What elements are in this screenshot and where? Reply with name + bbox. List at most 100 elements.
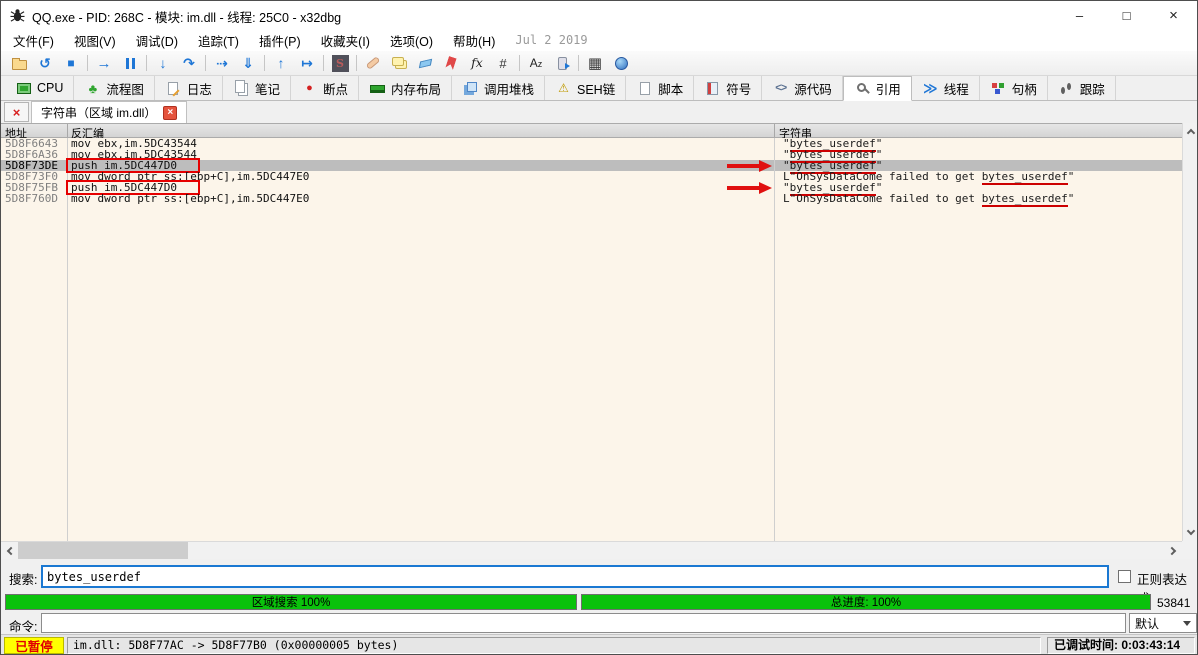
- string-cell: L"OnSysDataCome failed to get bytes_user…: [783, 193, 1074, 204]
- open-file-icon: [12, 60, 27, 70]
- disasm-cell: mov dword ptr ss:[ebp+C],im.5DC447E0: [71, 193, 309, 204]
- hash-button[interactable]: #: [490, 53, 516, 74]
- run-icon: →: [97, 56, 112, 71]
- x32dbg-bug-icon: [10, 8, 25, 23]
- command-input[interactable]: [41, 613, 1126, 633]
- scroll-left-button[interactable]: [1, 542, 18, 559]
- horizontal-scrollbar[interactable]: [1, 541, 1182, 559]
- close-all-references-button[interactable]: ×: [4, 102, 29, 122]
- close-all-icon: ×: [13, 105, 21, 120]
- disasm-text: mov dword ptr ss:[ebp+C],im.5DC447E0: [71, 192, 309, 205]
- stop-button[interactable]: ■: [58, 53, 84, 74]
- menu-plugins[interactable]: 插件(P): [249, 30, 311, 50]
- toolbar-separator: [146, 55, 147, 71]
- tab-trace[interactable]: 跟踪: [1048, 76, 1116, 100]
- tab-references[interactable]: 引用: [843, 76, 912, 101]
- tab-breakpoints[interactable]: ●断点: [291, 76, 359, 100]
- handles-device-button[interactable]: [549, 53, 575, 74]
- scroll-down-button[interactable]: [1183, 524, 1198, 541]
- scroll-right-button[interactable]: [1165, 542, 1182, 559]
- log-icon: [168, 82, 178, 95]
- chevron-down-icon: [1187, 527, 1195, 535]
- tab-seh[interactable]: ⚠SEH链: [545, 76, 626, 100]
- command-label: 命令:: [9, 616, 37, 635]
- tab-memory-map[interactable]: 内存布局: [359, 76, 452, 100]
- settings-button[interactable]: S: [327, 53, 353, 74]
- tab-handles[interactable]: 句柄: [980, 76, 1048, 100]
- menu-debug[interactable]: 调试(D): [126, 30, 188, 50]
- restart-icon: ↺: [39, 56, 51, 70]
- restart-button[interactable]: ↺: [32, 53, 58, 74]
- tab-label: 笔记: [255, 79, 280, 98]
- regex-checkbox[interactable]: [1118, 570, 1131, 583]
- globe-button[interactable]: [608, 53, 634, 74]
- search-match-underline: bytes_userdef: [982, 170, 1068, 185]
- memory-icon: [370, 85, 385, 93]
- tab-cpu[interactable]: CPU: [5, 76, 74, 100]
- search-input[interactable]: [41, 565, 1109, 588]
- execute-till-return-button[interactable]: ↑: [268, 53, 294, 74]
- source-icon: <>: [775, 83, 786, 94]
- execute-till-return-icon: ↑: [278, 56, 285, 70]
- menu-trace[interactable]: 追踪(T): [188, 30, 249, 50]
- references-table: 5D8F6643mov ebx,im.5DC43544"bytes_userde…: [1, 138, 1182, 541]
- comments-button[interactable]: [386, 53, 412, 74]
- globe-icon: [615, 57, 628, 70]
- scroll-up-button[interactable]: [1183, 123, 1198, 140]
- debug-state-badge: 已暂停: [4, 637, 64, 654]
- menu-file[interactable]: 文件(F): [3, 30, 64, 50]
- tab-log[interactable]: 日志: [155, 76, 223, 100]
- tab-call-stack[interactable]: 调用堆栈: [452, 76, 545, 100]
- close-button[interactable]: ×: [1150, 1, 1197, 29]
- h-scrollbar-thumb[interactable]: [18, 542, 188, 559]
- maximize-button[interactable]: □: [1103, 1, 1150, 29]
- tab-label: CPU: [37, 81, 63, 95]
- patches-button[interactable]: [360, 53, 386, 74]
- tab-source[interactable]: <>源代码: [762, 76, 843, 100]
- minimize-button[interactable]: –: [1056, 1, 1103, 29]
- menu-options[interactable]: 选项(O): [380, 30, 443, 50]
- search-match-underline: bytes_userdef: [982, 192, 1068, 207]
- command-profile-select[interactable]: 默认: [1129, 613, 1197, 633]
- bookmarks-button[interactable]: [438, 53, 464, 74]
- result-count: 53841: [1157, 596, 1190, 610]
- total-progressbar: 总进度: 100%: [581, 594, 1151, 610]
- calculator-icon: ▦: [588, 56, 602, 71]
- subtab-strings-im-dll[interactable]: 字符串（区域 im.dll） ×: [31, 101, 187, 123]
- step-into-button[interactable]: ↓: [150, 53, 176, 74]
- red-arrow-annotation: [727, 182, 773, 194]
- string-case-button[interactable]: Az: [523, 53, 549, 74]
- subtab-close-icon[interactable]: ×: [163, 106, 177, 120]
- labels-button[interactable]: [412, 53, 438, 74]
- menu-view[interactable]: 视图(V): [64, 30, 126, 50]
- column-divider: [774, 124, 775, 137]
- stop-icon: ■: [67, 57, 74, 69]
- vertical-scrollbar[interactable]: [1182, 123, 1198, 541]
- tab-threads[interactable]: ≫线程: [912, 76, 980, 100]
- step-over-button[interactable]: ↷: [176, 53, 202, 74]
- breakpoint-icon: ●: [306, 83, 313, 94]
- tab-symbols[interactable]: 符号: [694, 76, 762, 100]
- step-out-button[interactable]: ⇓: [235, 53, 261, 74]
- labels-icon: [418, 58, 431, 68]
- tab-label: 符号: [726, 79, 751, 98]
- command-row: 命令: 默认: [1, 612, 1197, 634]
- menu-favourites[interactable]: 收藏夹(I): [311, 30, 380, 50]
- window-title: QQ.exe - PID: 268C - 模块: im.dll - 线程: 25…: [32, 7, 341, 26]
- tab-script[interactable]: 脚本: [626, 76, 694, 100]
- run-to-cursor-button[interactable]: ⇢: [209, 53, 235, 74]
- run-to-user-code-button[interactable]: ↦: [294, 53, 320, 74]
- tab-notes[interactable]: 笔记: [223, 76, 291, 100]
- run-button[interactable]: →: [91, 53, 117, 74]
- toolbar-separator: [519, 55, 520, 71]
- calculator-button[interactable]: ▦: [582, 53, 608, 74]
- menu-help[interactable]: 帮助(H): [443, 30, 505, 50]
- threads-icon: ≫: [923, 81, 938, 95]
- debug-time: 已调试时间: 0:03:43:14: [1047, 637, 1195, 654]
- pause-button[interactable]: [117, 53, 143, 74]
- functions-button[interactable]: fx: [464, 53, 490, 74]
- open-file-button[interactable]: [6, 53, 32, 74]
- settings-icon: S: [332, 55, 349, 72]
- tab-graph[interactable]: ♣流程图: [74, 76, 155, 100]
- table-row[interactable]: 5D8F760Dmov dword ptr ss:[ebp+C],im.5DC4…: [1, 193, 1182, 204]
